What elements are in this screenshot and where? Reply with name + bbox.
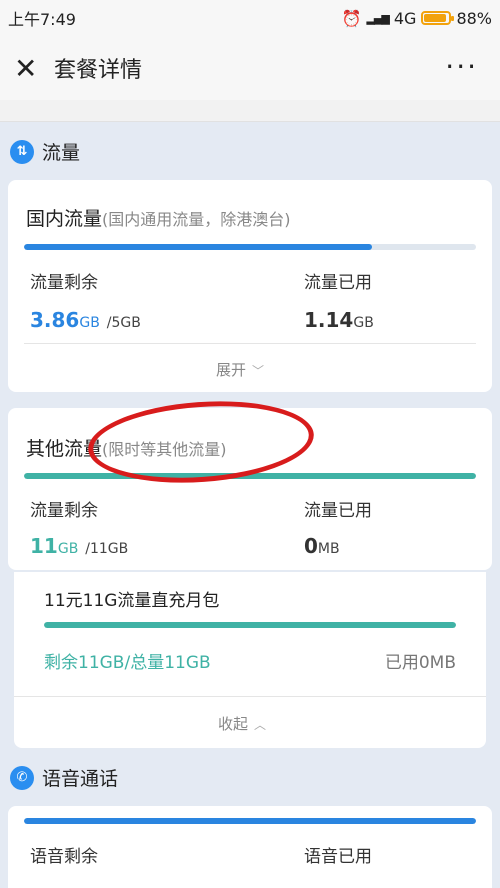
voice-usage-bar xyxy=(24,818,476,824)
expand-button[interactable]: 展开 ﹀ xyxy=(216,359,264,380)
package-name: 11元11G流量直充月包 xyxy=(44,591,220,611)
chevron-down-icon: ﹀ xyxy=(252,364,265,378)
status-time: 上午7:49 xyxy=(8,10,76,29)
data-section-header: ⇅ 流量 xyxy=(10,138,80,165)
voice-section-title: 语音通话 xyxy=(42,768,119,790)
app-header: ✕ 套餐详情 ··· xyxy=(0,36,500,100)
domestic-used-label: 流量已用 xyxy=(304,273,372,293)
other-remaining-label: 流量剩余 xyxy=(30,501,98,521)
package-usage-bar xyxy=(44,622,456,628)
domestic-data-card: 国内流量(国内通用流量，除港澳台) 流量剩余 流量已用 3.86GB /5GB … xyxy=(8,180,492,392)
domestic-remaining-label: 流量剩余 xyxy=(30,273,98,293)
status-icons: ⏰ ▂▄▆ 4G 88% xyxy=(342,9,492,28)
other-used-value: 0MB xyxy=(304,534,340,558)
more-options-icon[interactable]: ··· xyxy=(445,50,478,83)
domestic-title: 国内流量(国内通用流量，除港澳台) xyxy=(26,208,291,230)
data-transfer-icon: ⇅ xyxy=(10,139,34,164)
package-summary: 剩余11GB/总量11GB xyxy=(44,653,211,673)
page-title: 套餐详情 xyxy=(54,58,143,83)
battery-percent: 88% xyxy=(456,8,492,28)
domestic-subtitle: (国内通用流量，除港澳台) xyxy=(102,210,291,229)
alarm-icon: ⏰ xyxy=(341,8,362,28)
chevron-up-icon: ︿ xyxy=(254,718,267,732)
other-title: 其他流量(限时等其他流量) xyxy=(26,438,227,460)
domestic-remaining-value: 3.86GB /5GB xyxy=(30,308,141,332)
other-remaining-value: 11GB /11GB xyxy=(30,534,129,558)
domestic-divider xyxy=(24,343,476,344)
data-section-title: 流量 xyxy=(42,142,81,164)
other-usage-bar xyxy=(24,473,476,479)
package-card: 11元11G流量直充月包 剩余11GB/总量11GB 已用0MB 收起 ︿ xyxy=(14,572,486,748)
domestic-used-value: 1.14GB xyxy=(304,308,374,332)
phone-icon: ✆ xyxy=(10,765,34,790)
domestic-usage-bar xyxy=(24,244,476,250)
voice-used-label: 语音已用 xyxy=(304,847,372,867)
other-subtitle: (限时等其他流量) xyxy=(102,440,227,459)
close-icon[interactable]: ✕ xyxy=(14,52,48,85)
header-divider xyxy=(0,100,500,122)
status-bar: 上午7:49 ⏰ ▂▄▆ 4G 88% xyxy=(0,0,500,36)
voice-usage-fill xyxy=(24,818,476,824)
other-data-card: 其他流量(限时等其他流量) 流量剩余 流量已用 11GB /11GB 0MB xyxy=(8,408,492,570)
voice-section-header: ✆ 语音通话 xyxy=(10,764,118,791)
domestic-usage-fill xyxy=(24,244,373,250)
other-usage-fill xyxy=(24,473,476,479)
signal-icon: ▂▄▆ xyxy=(366,11,389,25)
package-usage-fill xyxy=(44,622,456,628)
voice-remaining-label: 语音剩余 xyxy=(30,847,98,867)
network-label: 4G xyxy=(393,8,417,28)
other-used-label: 流量已用 xyxy=(304,501,372,521)
collapse-button[interactable]: 收起 ︿ xyxy=(218,713,266,734)
voice-card: 语音剩余 语音已用 xyxy=(8,806,492,888)
package-used: 已用0MB xyxy=(384,653,456,673)
package-divider xyxy=(14,696,486,697)
battery-icon xyxy=(421,11,455,25)
